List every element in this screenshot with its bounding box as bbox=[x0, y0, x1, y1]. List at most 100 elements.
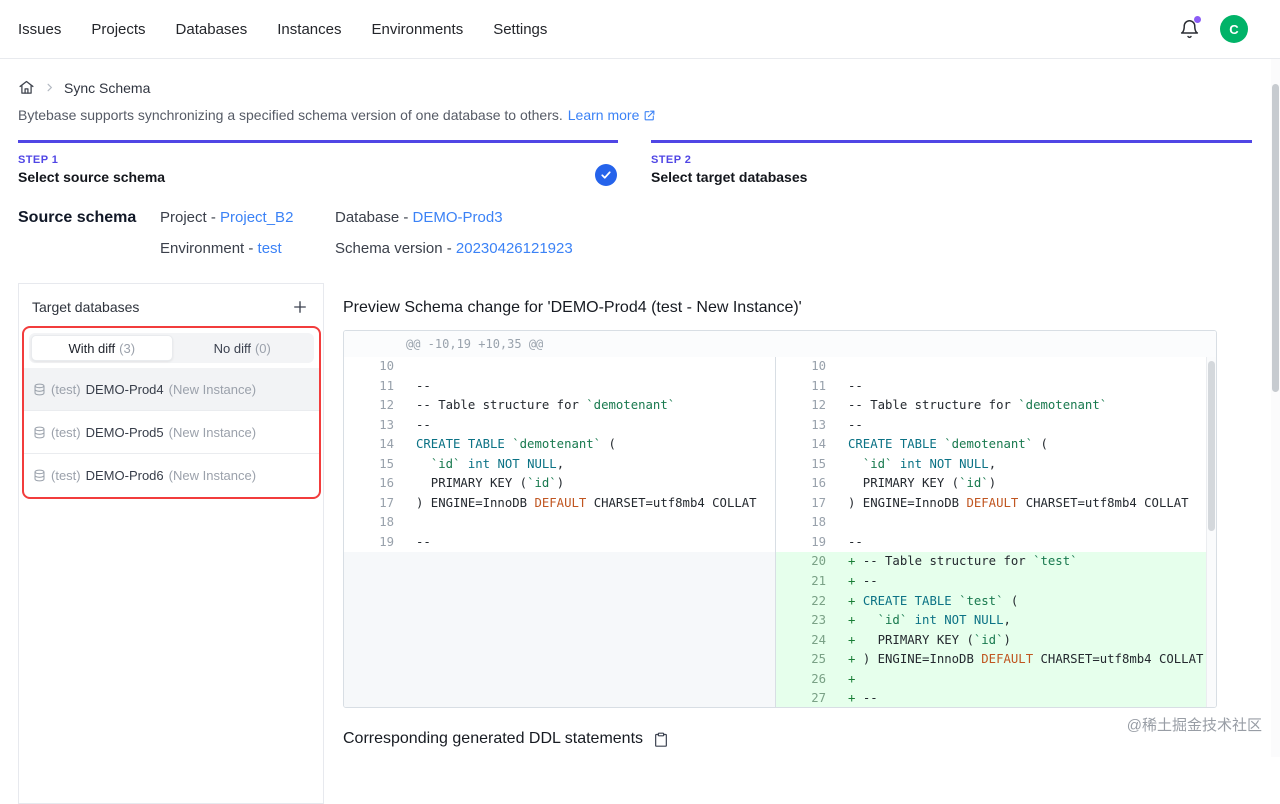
target-db-row[interactable]: (test) DEMO-Prod5 (New Instance) bbox=[24, 411, 319, 454]
diff-scrollbar-thumb[interactable] bbox=[1208, 361, 1215, 531]
environment-link[interactable]: test bbox=[258, 240, 282, 257]
diff-code-row: 16 PRIMARY KEY (`id`) bbox=[811, 476, 997, 491]
diff-filler-row bbox=[344, 650, 775, 670]
diff-code-row: 12 -- Table structure for `demotenant` bbox=[811, 398, 1108, 413]
database-engine-icon bbox=[34, 426, 45, 438]
source-environment: Environment - test bbox=[160, 240, 335, 257]
nav-item-issues[interactable]: Issues bbox=[18, 21, 61, 38]
target-databases-panel: Target databases With diff (3) No diff (… bbox=[18, 283, 324, 804]
diff-code-row: 19 -- bbox=[811, 534, 863, 549]
nav-menu: Issues Projects Databases Instances Environm… bbox=[18, 21, 547, 38]
target-db-row[interactable]: (test) DEMO-Prod6 (New Instance) bbox=[24, 454, 319, 497]
diff-code-row: 17) ENGINE=InnoDB DEFAULT CHARSET=utf8mb… bbox=[379, 495, 757, 510]
diff-code-row: 15 `id` int NOT NULL, bbox=[811, 456, 997, 471]
project-link[interactable]: Project_B2 bbox=[220, 209, 293, 226]
diff-filler-row bbox=[344, 591, 775, 612]
source-database: Database - DEMO-Prod3 bbox=[335, 209, 1262, 226]
diff-code-row: 18 bbox=[811, 515, 826, 530]
diff-filler-row bbox=[344, 669, 775, 690]
nav-item-databases[interactable]: Databases bbox=[176, 21, 248, 38]
tab-no-diff-label: No diff bbox=[213, 340, 251, 356]
top-nav: Issues Projects Databases Instances Environm… bbox=[0, 0, 1280, 59]
diff-code-row: 14 CREATE TABLE `demotenant` ( bbox=[379, 437, 616, 452]
diff-code-row: 11 -- bbox=[811, 378, 863, 393]
diff-code-row: 19 -- bbox=[379, 534, 431, 549]
tab-with-diff[interactable]: With diff (3) bbox=[31, 335, 173, 361]
breadcrumb-current: Sync Schema bbox=[64, 79, 151, 96]
diff-code-row: 10 bbox=[811, 359, 826, 373]
diff-code-row: 13 -- bbox=[379, 417, 431, 432]
diff-code-row: 22 + CREATE TABLE `test` ( bbox=[776, 591, 1206, 612]
schema-version-label: Schema version - bbox=[335, 240, 452, 257]
copy-ddl-icon[interactable] bbox=[653, 731, 669, 748]
diff-left: 10 11 -- 12 -- Table structure for `demotena… bbox=[344, 357, 775, 707]
chevron-right-icon bbox=[44, 82, 55, 93]
target-databases-title: Target databases bbox=[32, 299, 140, 315]
target-databases-header: Target databases bbox=[19, 284, 323, 316]
learn-more-link[interactable]: Learn more bbox=[568, 107, 657, 123]
nav-item-projects[interactable]: Projects bbox=[91, 21, 145, 38]
target-db-env: (test) bbox=[51, 468, 81, 483]
step-2-title: Select target databases bbox=[651, 169, 808, 185]
diff-code-row: 20 + -- Table structure for `test` bbox=[776, 552, 1206, 573]
diff-code-row: 16 PRIMARY KEY (`id`) bbox=[379, 476, 565, 491]
ddl-section: Corresponding generated DDL statements bbox=[343, 730, 1217, 748]
schema-version-link[interactable]: 20230426121923 bbox=[456, 240, 573, 257]
step-1: STEP 1 Select source schema bbox=[18, 140, 618, 186]
target-db-name: DEMO-Prod6 bbox=[85, 468, 164, 483]
step-2-label: STEP 2 bbox=[651, 154, 692, 166]
nav-item-instances[interactable]: Instances bbox=[277, 21, 341, 38]
page-scrollbar-thumb[interactable] bbox=[1272, 84, 1279, 392]
diff-filler-row bbox=[344, 611, 775, 631]
breadcrumb: Sync Schema bbox=[18, 79, 1262, 96]
target-db-suffix: (New Instance) bbox=[168, 468, 257, 483]
diff-filter-tabs: With diff (3) No diff (0) bbox=[29, 333, 314, 363]
highlight-box: With diff (3) No diff (0) (test) DEMO-Pr… bbox=[22, 326, 321, 499]
database-link[interactable]: DEMO-Prod3 bbox=[413, 209, 503, 226]
diff-filler-row bbox=[344, 552, 775, 573]
diff-code-row: 25 + ) ENGINE=InnoDB DEFAULT CHARSET=utf8… bbox=[776, 650, 1206, 670]
nav-item-environments[interactable]: Environments bbox=[371, 21, 463, 38]
preview-panel: Preview Schema change for 'DEMO-Prod4 (t… bbox=[343, 283, 1217, 748]
database-engine-icon bbox=[34, 383, 45, 395]
diff-code-row: 15 `id` int NOT NULL, bbox=[379, 456, 565, 471]
target-db-name: DEMO-Prod5 bbox=[85, 424, 164, 440]
diff-body: 10 11 -- 12 -- Table structure for `demotena… bbox=[344, 357, 1206, 707]
description-text: Bytebase supports synchronizing a specif… bbox=[18, 107, 563, 123]
diff-code-row: 21 + -- bbox=[776, 572, 1206, 592]
preview-title: Preview Schema change for 'DEMO-Prod4 (t… bbox=[343, 299, 802, 316]
nav-item-settings[interactable]: Settings bbox=[493, 21, 547, 38]
page-description: Bytebase supports synchronizing a specif… bbox=[18, 107, 1262, 123]
avatar[interactable]: C bbox=[1220, 15, 1248, 43]
diff-code-row: 23 + `id` int NOT NULL, bbox=[776, 611, 1206, 631]
diff-code-row: 14 CREATE TABLE `demotenant` ( bbox=[811, 437, 1048, 452]
step-1-progress-bar bbox=[18, 140, 618, 143]
add-target-database-button[interactable] bbox=[291, 298, 309, 316]
diff-hunk-header: @@ -10,19 +10,35 @@ bbox=[344, 331, 1216, 357]
external-link-icon bbox=[644, 110, 655, 120]
diff-code-row: 12 -- Table structure for `demotenant` bbox=[379, 398, 676, 413]
project-label: Project - bbox=[160, 209, 216, 226]
step-1-label: STEP 1 bbox=[18, 154, 59, 166]
page-scrollbar bbox=[1271, 59, 1280, 757]
diff-right: 10 11 -- 12 -- Table structure for `demotena… bbox=[775, 357, 1206, 707]
database-label: Database - bbox=[335, 209, 409, 226]
source-schema-heading: Source schema bbox=[18, 209, 137, 226]
diff-filler-row bbox=[344, 689, 775, 707]
ddl-title: Corresponding generated DDL statements bbox=[343, 730, 644, 747]
diff-filler-row bbox=[344, 630, 775, 651]
diff-code-row: 24 + PRIMARY KEY (`id`) bbox=[776, 630, 1206, 651]
tab-no-diff-count: (0) bbox=[254, 340, 271, 356]
source-schema-section: Source schema Project - Project_B2 Datab… bbox=[18, 209, 1262, 257]
target-db-env: (test) bbox=[51, 381, 81, 397]
target-db-row[interactable]: (test) DEMO-Prod4 (New Instance) bbox=[24, 368, 319, 411]
diff-viewer: @@ -10,19 +10,35 @@ 10 11 -- 12 -- Table str… bbox=[343, 330, 1217, 708]
home-icon[interactable] bbox=[18, 79, 35, 96]
step-2-progress-bar bbox=[651, 140, 1252, 143]
step-1-title: Select source schema bbox=[18, 169, 166, 185]
source-schema-version: Schema version - 20230426121923 bbox=[335, 240, 1262, 257]
diff-code-row: 17) ENGINE=InnoDB DEFAULT CHARSET=utf8mb… bbox=[811, 495, 1189, 510]
notification-bell-icon[interactable] bbox=[1178, 16, 1201, 40]
watermark: @稀土掘金技术社区 bbox=[1126, 717, 1262, 734]
tab-no-diff[interactable]: No diff (0) bbox=[173, 335, 313, 361]
